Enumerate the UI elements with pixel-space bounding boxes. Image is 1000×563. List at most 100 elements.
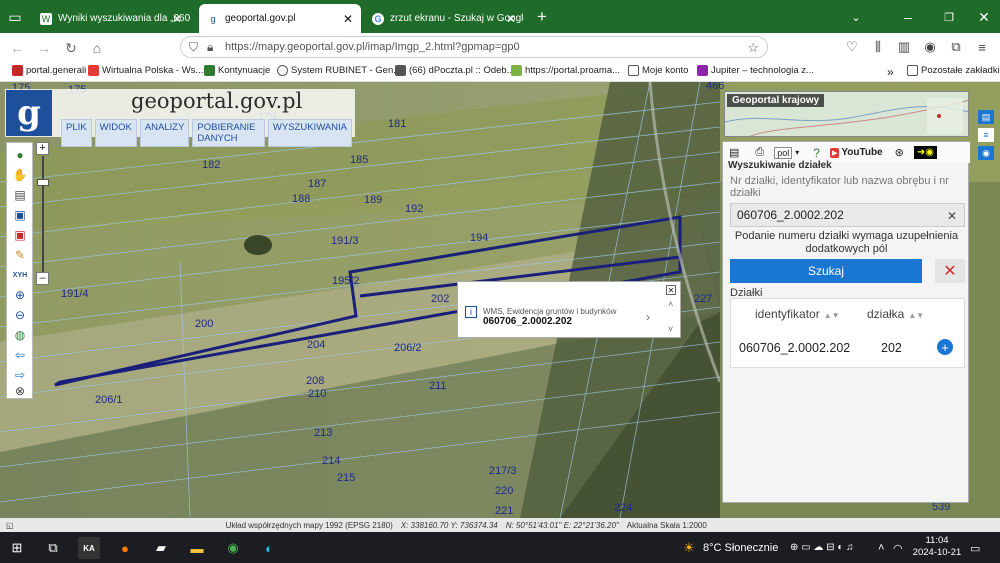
- bookmark-item[interactable]: Kontynuacje: [204, 65, 270, 76]
- menu-analizy[interactable]: ANALIZY: [139, 119, 190, 147]
- address-bar[interactable]: ⛉ 🔒︎ https://mapy.geoportal.gov.pl/imap/…: [180, 36, 768, 58]
- search-input-value[interactable]: 060706_2.0002.202: [737, 208, 844, 222]
- parcel-search-input[interactable]: 060706_2.0002.202 ✕: [730, 203, 965, 227]
- bookmark-item[interactable]: Wirtualna Polska - Ws...: [88, 65, 203, 76]
- draw-pencil-icon[interactable]: ✎: [12, 247, 28, 263]
- zoom-box-icon[interactable]: ▣: [12, 207, 28, 223]
- edge-icon[interactable]: ◐: [258, 537, 280, 559]
- library-icon[interactable]: ⫼: [868, 37, 888, 57]
- column-header-identyfikator[interactable]: identyfikator ▲▼: [755, 307, 840, 321]
- contrast-icon[interactable]: ➜◉: [913, 146, 937, 159]
- zoom-out-icon[interactable]: ⊖: [12, 307, 28, 323]
- sort-icon[interactable]: ▲▼: [824, 311, 840, 320]
- print-icon[interactable]: ⎙: [755, 146, 764, 159]
- help-icon[interactable]: ?: [813, 146, 820, 160]
- zoom-in-icon[interactable]: ⊕: [12, 287, 28, 303]
- clear-button[interactable]: ✕: [935, 259, 965, 283]
- chevron-down-icon[interactable]: ⌄: [845, 6, 867, 28]
- overview-map[interactable]: Geoportal krajowy: [724, 91, 969, 137]
- pan-hand-icon[interactable]: ✋: [12, 167, 28, 183]
- notifications-icon[interactable]: ▭: [970, 542, 980, 555]
- eye-icon[interactable]: ◉: [978, 146, 994, 160]
- zoom-plus-button[interactable]: +: [36, 142, 49, 155]
- sidebar-icon[interactable]: ▥: [894, 37, 914, 57]
- bookmark-item[interactable]: System RUBINET - Gen...: [277, 65, 401, 76]
- zoom-handle[interactable]: [37, 179, 49, 186]
- popup-parcel-id[interactable]: 060706_2.0002.202: [483, 316, 572, 327]
- menu-pobieranie-danych[interactable]: POBIERANIE DANYCH: [192, 119, 265, 147]
- resize-icon[interactable]: ◱: [6, 521, 14, 530]
- menu-widok[interactable]: WIDOK: [94, 119, 137, 147]
- weather-icon[interactable]: ☀: [678, 537, 700, 559]
- tab-geoportal[interactable]: g geoportal.gov.pl ✕: [199, 4, 361, 33]
- chevron-right-icon[interactable]: ›: [646, 310, 650, 324]
- bookmark-item[interactable]: portal.generali: [12, 65, 86, 76]
- chevron-up-icon[interactable]: ˄: [878, 542, 884, 554]
- firefox-icon[interactable]: ●: [114, 537, 136, 559]
- globe-icon[interactable]: ◍: [12, 327, 28, 343]
- previous-view-icon[interactable]: ⇦: [12, 347, 28, 363]
- new-tab-button[interactable]: +: [531, 6, 553, 28]
- table-cell-identyfikator[interactable]: 060706_2.0002.202: [739, 341, 850, 355]
- reload-button[interactable]: ↻: [60, 37, 82, 59]
- lock-icon[interactable]: 🔒︎: [207, 40, 213, 55]
- layers-icon[interactable]: ▤: [12, 187, 28, 203]
- extensions-icon[interactable]: ⧉: [946, 37, 966, 57]
- panel-toggle-button[interactable]: ▤: [978, 110, 994, 124]
- other-bookmarks[interactable]: Pozostałe zakładki: [907, 65, 1000, 76]
- zoom-track[interactable]: [42, 156, 44, 272]
- file-explorer-icon[interactable]: ▬: [186, 537, 208, 559]
- language-select[interactable]: pol: [774, 146, 793, 159]
- zoom-slider[interactable]: + –: [36, 142, 50, 287]
- close-icon[interactable]: ✕: [666, 285, 676, 295]
- bookmark-item[interactable]: Jupiter – technologia z...: [697, 65, 814, 76]
- next-view-icon[interactable]: ⇨: [12, 367, 28, 383]
- search-button[interactable]: Szukaj: [730, 259, 922, 283]
- chevron-down-icon[interactable]: ▾: [795, 148, 799, 157]
- minimize-button[interactable]: –: [897, 6, 919, 28]
- shield-icon[interactable]: ⛉: [189, 40, 198, 55]
- back-button[interactable]: ←: [6, 37, 28, 59]
- document-icon[interactable]: ▤: [729, 146, 739, 159]
- accessibility-icon[interactable]: ⊛: [895, 146, 904, 159]
- sort-icon[interactable]: ▲▼: [908, 311, 924, 320]
- zoom-minus-button[interactable]: –: [36, 272, 49, 285]
- app-icon[interactable]: ▰: [150, 537, 172, 559]
- geoportal-logo[interactable]: g: [6, 90, 52, 136]
- pocket-icon[interactable]: ♡: [842, 37, 862, 57]
- select-area-icon[interactable]: ▣: [12, 227, 28, 243]
- info-icon[interactable]: ●: [12, 147, 28, 163]
- windows-start-icon[interactable]: ⊞: [6, 537, 28, 559]
- close-window-button[interactable]: ✕: [973, 6, 995, 28]
- add-result-button[interactable]: +: [937, 339, 953, 355]
- forward-button[interactable]: →: [33, 37, 55, 59]
- chevron-down-icon[interactable]: ˅: [668, 324, 673, 334]
- bookmarks-overflow-icon[interactable]: »: [887, 65, 894, 79]
- menu-plik[interactable]: PLIK: [61, 119, 92, 147]
- youtube-icon[interactable]: ▶: [829, 147, 840, 158]
- tab-search-results[interactable]: W Wyniki wyszukiwania dla „0607( ✕: [32, 4, 190, 33]
- bookmark-item[interactable]: (66) dPoczta.pl :: Odeb...: [395, 65, 515, 76]
- bookmark-star-icon[interactable]: ☆: [747, 40, 759, 56]
- full-extent-icon[interactable]: ⊗: [12, 383, 28, 399]
- wifi-icon[interactable]: ◠: [893, 542, 903, 555]
- bookmark-item[interactable]: https://portal.proama...: [511, 65, 620, 76]
- chrome-icon[interactable]: ◉: [222, 537, 244, 559]
- task-view-icon[interactable]: ⧉: [42, 537, 64, 559]
- bookmark-item[interactable]: Moje konto: [628, 65, 688, 76]
- table-cell-dzialka[interactable]: 202: [881, 341, 902, 355]
- xyh-coordinate-icon[interactable]: XYH: [12, 267, 28, 283]
- home-button[interactable]: ⌂: [86, 37, 108, 59]
- menu-icon[interactable]: ≡: [972, 37, 992, 57]
- tab-close-icon[interactable]: ✕: [343, 12, 353, 26]
- menu-wyszukiwania[interactable]: WYSZUKIWANIA: [267, 119, 352, 147]
- tab-google[interactable]: G zrzut ekranu - Szukaj w Google ✕: [364, 4, 524, 33]
- list-icon[interactable]: ≡: [978, 128, 994, 142]
- column-header-dzialka[interactable]: działka ▲▼: [867, 307, 924, 321]
- clear-input-icon[interactable]: ✕: [947, 209, 957, 223]
- weather-text[interactable]: 8°C Słonecznie: [703, 542, 778, 554]
- tab-close-icon[interactable]: ✕: [506, 12, 516, 26]
- account-icon[interactable]: ◉: [920, 37, 940, 57]
- kaspersky-icon[interactable]: KA: [78, 537, 100, 559]
- chevron-up-icon[interactable]: ˄: [668, 299, 673, 309]
